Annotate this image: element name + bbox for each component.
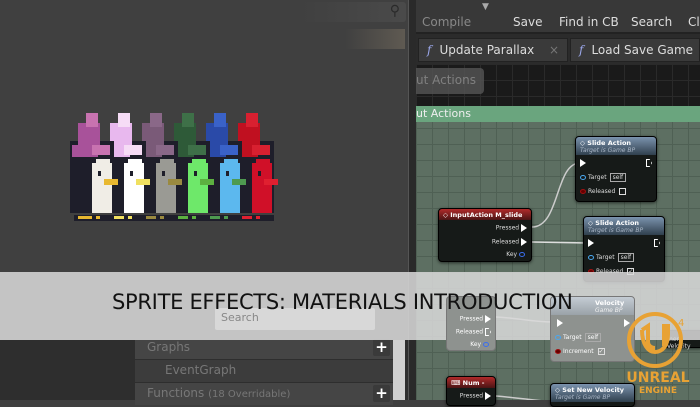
- panel-splitter[interactable]: [408, 0, 416, 400]
- exec-out-pin[interactable]: [654, 239, 660, 247]
- tab-label: Load Save Game: [591, 43, 694, 57]
- item-label: EventGraph: [165, 363, 237, 377]
- increment-pin[interactable]: Increment ✓: [555, 348, 605, 355]
- node-title: Slide Action: [595, 219, 640, 227]
- save-button[interactable]: Save: [513, 15, 542, 29]
- keyboard-icon: ⌨: [451, 379, 463, 387]
- breadcrumb-label: ut Actions: [416, 73, 476, 87]
- category-label: Functions: [147, 386, 205, 400]
- sprite-preview: [70, 113, 278, 221]
- add-function-button[interactable]: +: [373, 385, 390, 402]
- scrollbar[interactable]: [393, 340, 405, 400]
- released-pin[interactable]: Released: [580, 188, 627, 195]
- functions-category[interactable]: Functions (18 Overridable) +: [135, 383, 393, 405]
- close-tab-icon[interactable]: ×: [549, 43, 559, 57]
- released-pin[interactable]: Released: [456, 328, 491, 336]
- svg-text:ENGINE: ENGINE: [639, 386, 677, 396]
- node-subtitle: Target is Game BP: [588, 227, 644, 234]
- event-graph-item[interactable]: EventGraph: [135, 360, 393, 382]
- target-pin[interactable]: Target self: [580, 173, 627, 182]
- banner-title: SPRITE EFFECTS: MATERIALS INTRODUCTION: [112, 290, 573, 314]
- exec-in-pin[interactable]: [588, 239, 594, 247]
- exec-in-pin[interactable]: [557, 319, 563, 327]
- slide-action-node-1[interactable]: ◇ Slide Action Target is Game BP Target se…: [575, 136, 657, 202]
- node-title: Num -: [462, 379, 485, 387]
- function-icon: f: [427, 43, 432, 57]
- key-pin[interactable]: Key: [470, 341, 491, 348]
- compile-button[interactable]: Compile: [422, 15, 471, 29]
- toolbar: Compile ▼ Save Find in CB Search Cl: [416, 0, 700, 34]
- function-icon: f: [579, 43, 584, 57]
- key-pin[interactable]: Key: [506, 251, 527, 258]
- node-title: Velocity: [595, 299, 625, 307]
- node-title: Slide Action: [587, 139, 632, 147]
- checkbox[interactable]: [619, 188, 627, 195]
- svg-text:4: 4: [678, 318, 684, 329]
- category-label: Graphs: [147, 340, 191, 354]
- node-title: Set New Velocity: [562, 386, 625, 394]
- compile-dropdown-icon[interactable]: ▼: [482, 2, 489, 12]
- tab-update-parallax[interactable]: f Update Parallax ×: [418, 38, 568, 62]
- panel-header-bar: [345, 29, 405, 49]
- num-minus-node[interactable]: ⌨ Num - Pressed: [446, 376, 496, 406]
- released-pin[interactable]: Released: [492, 238, 527, 246]
- pressed-pin[interactable]: Pressed: [496, 224, 527, 232]
- search-icon: ⚲: [389, 3, 400, 19]
- tab-label: Update Parallax: [439, 43, 535, 57]
- comment-box-header: ut Actions: [416, 106, 700, 122]
- comment-title: ut Actions: [416, 107, 471, 120]
- class-settings-button[interactable]: Cl: [688, 15, 700, 29]
- checkbox-checked[interactable]: ✓: [597, 348, 605, 355]
- input-action-node[interactable]: ◇ InputAction M_slide Pressed Released K…: [438, 208, 532, 262]
- tab-bar: f Update Parallax × f Load Save Game: [416, 38, 700, 62]
- add-graph-button[interactable]: +: [373, 339, 390, 356]
- breadcrumb[interactable]: ut Actions: [416, 68, 484, 94]
- pressed-pin[interactable]: Pressed: [460, 315, 491, 323]
- functions-count: (18 Overridable): [208, 389, 291, 400]
- unreal-engine-logo: 4 UNREAL ENGINE: [626, 312, 690, 396]
- panel-search-box[interactable]: ⚲: [300, 2, 406, 22]
- graphs-category[interactable]: Graphs +: [135, 337, 393, 359]
- node-title: InputAction M_slide: [450, 211, 523, 219]
- exec-out-pin[interactable]: [646, 159, 652, 167]
- target-pin[interactable]: Target self: [588, 253, 635, 262]
- svg-text:UNREAL: UNREAL: [626, 370, 689, 386]
- node-subtitle: Target is Game BP: [580, 147, 636, 154]
- exec-in-pin[interactable]: [580, 159, 586, 167]
- tab-load-save-game[interactable]: f Load Save Game: [570, 38, 700, 62]
- find-in-cb-button[interactable]: Find in CB: [559, 15, 619, 29]
- search-button[interactable]: Search: [631, 15, 672, 29]
- target-pin[interactable]: Target self: [555, 333, 602, 342]
- pressed-pin[interactable]: Pressed: [460, 392, 491, 400]
